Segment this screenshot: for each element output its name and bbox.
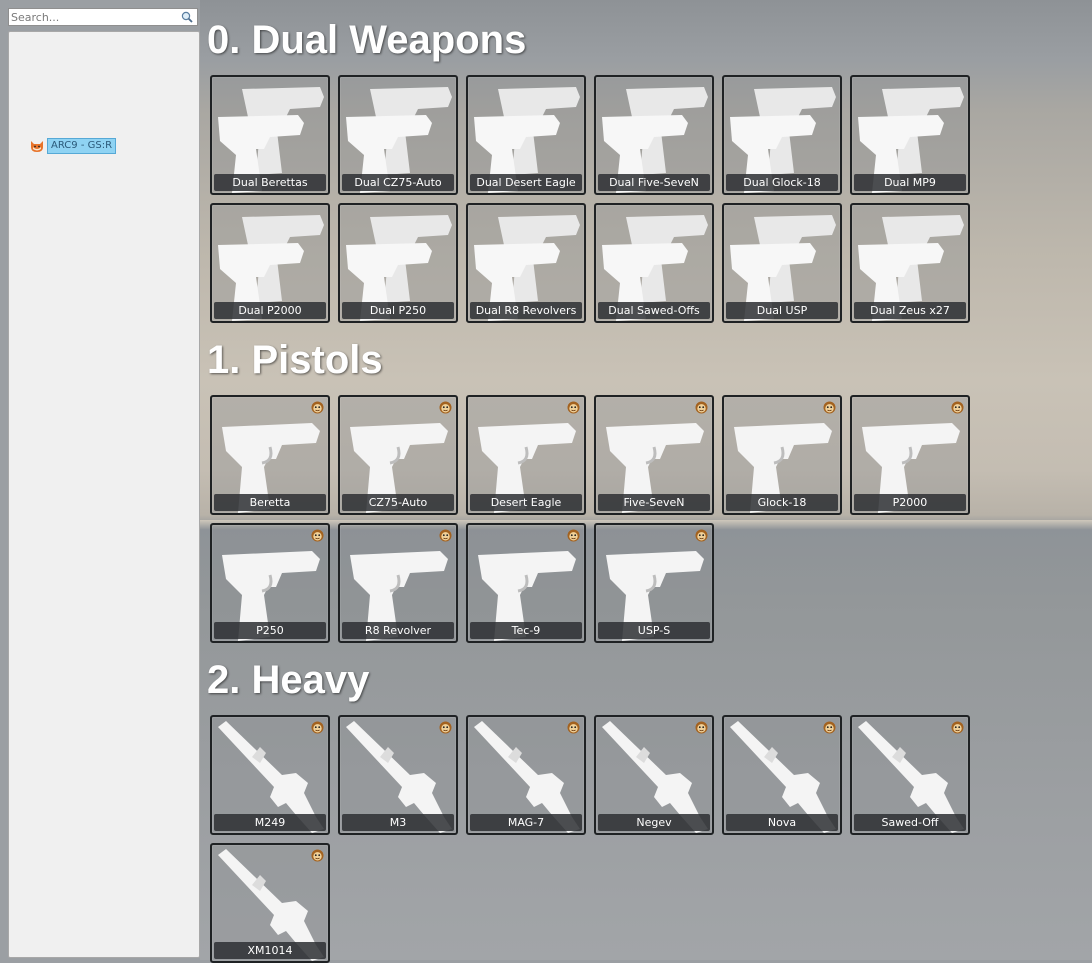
monkey-icon — [823, 721, 836, 734]
spawn-tile[interactable]: R8 Revolver — [338, 523, 458, 643]
spawn-tile-label: Dual CZ75-Auto — [342, 174, 454, 191]
spawn-tile-label: M3 — [342, 814, 454, 831]
search-input[interactable] — [10, 9, 180, 25]
monkey-icon — [951, 721, 964, 734]
spawn-tile-label: Dual MP9 — [854, 174, 966, 191]
section-title-heavy: 2. Heavy — [207, 658, 370, 702]
spawn-tile[interactable]: Dual CZ75-Auto — [338, 75, 458, 195]
spawn-tile[interactable]: MAG-7 — [466, 715, 586, 835]
spawn-tile-label: Dual P2000 — [214, 302, 326, 319]
spawn-tile[interactable]: P2000 — [850, 395, 970, 515]
spawn-tile[interactable]: Dual Berettas — [210, 75, 330, 195]
spawn-tile[interactable]: Five-SeveN — [594, 395, 714, 515]
monkey-icon — [823, 401, 836, 414]
monkey-icon — [567, 401, 580, 414]
spawn-tile-label: Dual R8 Revolvers — [470, 302, 582, 319]
spawn-tile-label: Dual Sawed-Offs — [598, 302, 710, 319]
spawn-tile[interactable]: Dual Zeus x27 — [850, 203, 970, 323]
spawn-tile-label: M249 — [214, 814, 326, 831]
spawn-tile-label: USP-S — [598, 622, 710, 639]
section-title-dual-weapons: 0. Dual Weapons — [207, 18, 527, 62]
search-box[interactable] — [8, 8, 198, 26]
spawn-tile-label: Desert Eagle — [470, 494, 582, 511]
spawn-tile-label: MAG-7 — [470, 814, 582, 831]
spawn-tile-label: Negev — [598, 814, 710, 831]
spawn-tile-label: Dual Zeus x27 — [854, 302, 966, 319]
tree-node-arc9[interactable]: ARC9 - GS:R — [29, 138, 117, 154]
monkey-icon — [951, 401, 964, 414]
spawn-tile[interactable]: Dual Sawed-Offs — [594, 203, 714, 323]
spawn-tile-label: Dual P250 — [342, 302, 454, 319]
monkey-icon — [567, 721, 580, 734]
tree-node-label[interactable]: ARC9 - GS:R — [47, 138, 117, 154]
fox-icon — [31, 141, 43, 152]
monkey-icon — [439, 401, 452, 414]
spawn-tile-label: Five-SeveN — [598, 494, 710, 511]
spawn-tile-label: Beretta — [214, 494, 326, 511]
spawn-tile-label: CZ75-Auto — [342, 494, 454, 511]
spawn-content: 0. Dual Weapons Dual Berettas Dual CZ75-A… — [200, 0, 1092, 963]
spawn-tile[interactable]: P250 — [210, 523, 330, 643]
spawn-tile-label: P2000 — [854, 494, 966, 511]
spawn-tile[interactable]: Dual Five-SeveN — [594, 75, 714, 195]
spawn-tile-label: Dual Glock-18 — [726, 174, 838, 191]
spawn-tile[interactable]: Sawed-Off — [850, 715, 970, 835]
spawn-tile-label: Tec-9 — [470, 622, 582, 639]
spawn-tile[interactable]: CZ75-Auto — [338, 395, 458, 515]
spawn-tile[interactable]: Dual P2000 — [210, 203, 330, 323]
spawn-tile-label: Dual USP — [726, 302, 838, 319]
monkey-icon — [567, 529, 580, 542]
spawn-tile[interactable]: Tec-9 — [466, 523, 586, 643]
spawn-tile[interactable]: Glock-18 — [722, 395, 842, 515]
monkey-icon — [695, 529, 708, 542]
spawn-tile[interactable]: Nova — [722, 715, 842, 835]
spawn-tile[interactable]: Dual Glock-18 — [722, 75, 842, 195]
monkey-icon — [439, 529, 452, 542]
magnifier-icon[interactable] — [181, 11, 193, 23]
monkey-icon — [439, 721, 452, 734]
spawn-tile[interactable]: Negev — [594, 715, 714, 835]
spawn-tile[interactable]: Dual P250 — [338, 203, 458, 323]
monkey-icon — [311, 529, 324, 542]
spawn-tile-label: Nova — [726, 814, 838, 831]
spawn-tile[interactable]: Dual Desert Eagle — [466, 75, 586, 195]
spawn-tile[interactable]: M3 — [338, 715, 458, 835]
spawn-tile[interactable]: Beretta — [210, 395, 330, 515]
monkey-icon — [695, 401, 708, 414]
monkey-icon — [695, 721, 708, 734]
monkey-icon — [311, 849, 324, 862]
spawn-tile[interactable]: M249 — [210, 715, 330, 835]
spawnlist-tree: ARC9 - GS:R — [8, 31, 200, 958]
spawn-tile[interactable]: Dual USP — [722, 203, 842, 323]
spawn-tile[interactable]: USP-S — [594, 523, 714, 643]
section-title-pistols: 1. Pistols — [207, 338, 383, 382]
spawn-tile-label: Dual Desert Eagle — [470, 174, 582, 191]
spawn-tile-label: Dual Five-SeveN — [598, 174, 710, 191]
spawn-tile[interactable]: Dual R8 Revolvers — [466, 203, 586, 323]
spawn-tile-label: Sawed-Off — [854, 814, 966, 831]
monkey-icon — [311, 721, 324, 734]
spawn-tile-label: Dual Berettas — [214, 174, 326, 191]
monkey-icon — [311, 401, 324, 414]
spawn-tile[interactable]: Desert Eagle — [466, 395, 586, 515]
spawn-tile-label: Glock-18 — [726, 494, 838, 511]
spawn-tile[interactable]: XM1014 — [210, 843, 330, 963]
spawn-tile[interactable]: Dual MP9 — [850, 75, 970, 195]
spawn-tile-label: R8 Revolver — [342, 622, 454, 639]
spawn-tile-label: P250 — [214, 622, 326, 639]
spawn-tile-label: XM1014 — [214, 942, 326, 959]
